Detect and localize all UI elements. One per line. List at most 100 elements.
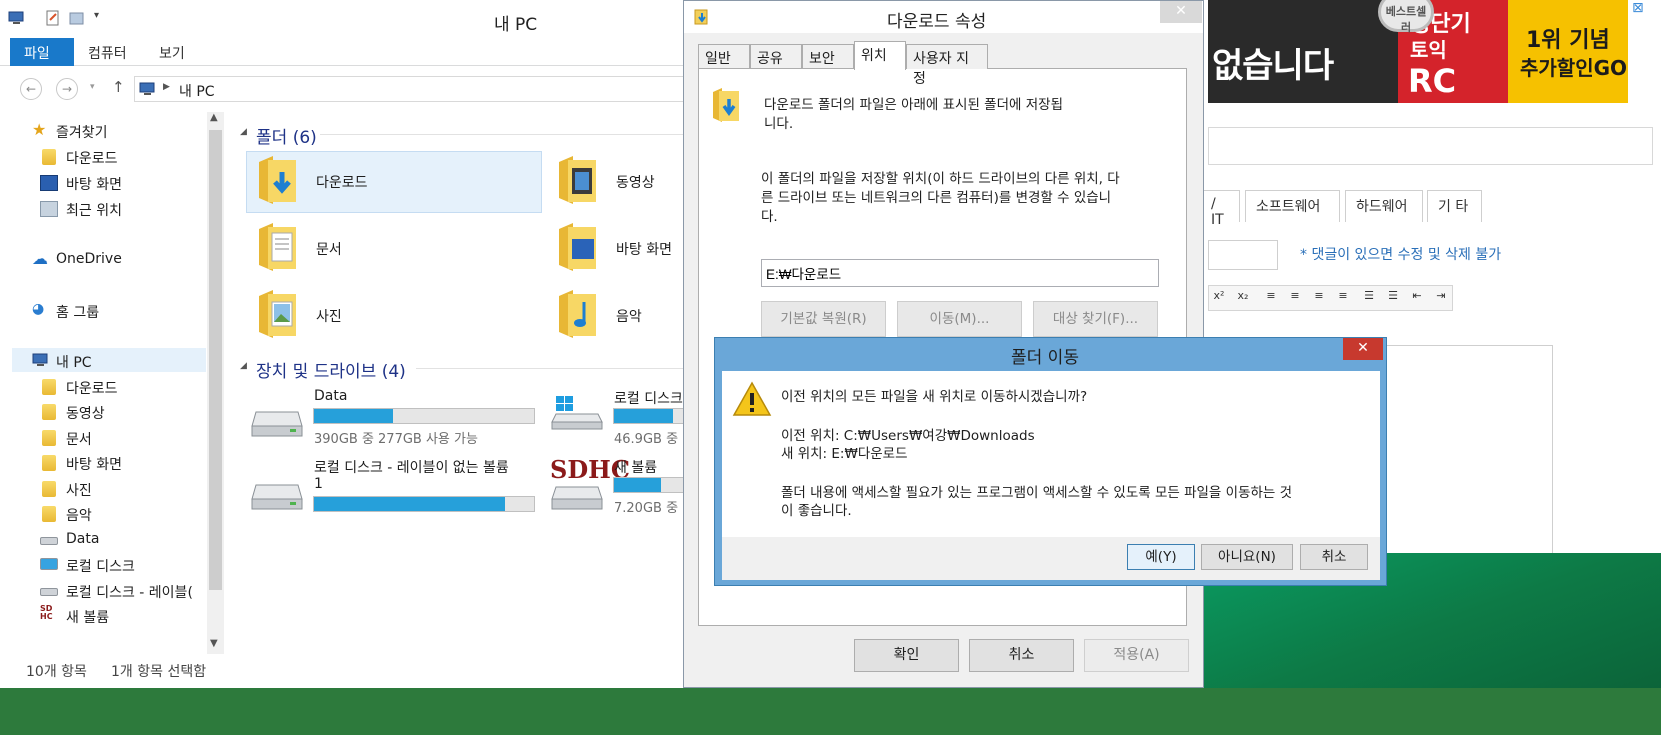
drive-tile-local-disk[interactable]: 로컬 디스크 46.9GB 중 xyxy=(548,386,693,447)
bg-input-bar[interactable] xyxy=(1208,127,1653,165)
properties-icon[interactable] xyxy=(44,10,62,28)
ribbon-tabs: 파일 컴퓨터 보기 xyxy=(0,38,690,66)
drive-icon xyxy=(40,588,58,596)
computer-icon xyxy=(139,82,157,100)
folder-tile-downloads[interactable]: 다운로드 xyxy=(248,152,538,212)
move-dialog-body: 이전 위치의 모든 파일을 새 위치로 이동하시겠습니까? 이전 위치: C:₩… xyxy=(722,371,1380,537)
cancel-button[interactable]: 취소 xyxy=(969,639,1074,672)
tab-security[interactable]: 보안 xyxy=(802,44,854,69)
new-folder-icon[interactable] xyxy=(68,10,86,28)
computer-icon[interactable] xyxy=(8,10,26,28)
subscript-button[interactable]: x₂ xyxy=(1233,289,1253,307)
scroll-up-chevron-icon[interactable]: ▲ xyxy=(210,112,218,123)
forward-arrow-icon[interactable]: → xyxy=(56,78,78,100)
drive-tile-unlabeled[interactable]: 로컬 디스크 - 레이블이 없는 볼륨 1 xyxy=(248,455,538,515)
unordered-list-button[interactable]: ☰ xyxy=(1383,289,1403,307)
bg-tab-hardware[interactable]: 하드웨어 xyxy=(1345,190,1423,222)
close-icon[interactable]: ✕ xyxy=(1343,338,1383,360)
align-center-button[interactable]: ≡ xyxy=(1285,289,1305,307)
nav-item-label: 새 볼륨 xyxy=(66,610,110,626)
nav-item-label: Data xyxy=(66,531,100,547)
scroll-down-chevron-icon[interactable]: ▼ xyxy=(210,638,218,649)
location-path-input[interactable] xyxy=(761,259,1159,287)
breadcrumb-chevron-icon[interactable]: ▶ xyxy=(163,82,170,92)
find-target-button[interactable]: 대상 찾기(F)... xyxy=(1033,301,1158,337)
address-bar[interactable]: ▶ 내 PC xyxy=(134,76,694,102)
tab-computer[interactable]: 컴퓨터 xyxy=(74,38,141,66)
outdent-button[interactable]: ⇤ xyxy=(1407,289,1427,307)
up-arrow-icon[interactable]: ↑ xyxy=(112,78,125,96)
drive-usage-fill xyxy=(614,478,661,492)
apply-button[interactable]: 적용(A) xyxy=(1084,639,1189,672)
nav-scrollbar-thumb[interactable] xyxy=(209,130,222,590)
no-button[interactable]: 아니요(N) xyxy=(1201,544,1293,570)
folder-tile-videos[interactable]: 동영상 xyxy=(548,152,688,212)
cancel-button[interactable]: 취소 xyxy=(1300,544,1368,570)
tab-sharing[interactable]: 공유 xyxy=(750,44,802,69)
properties-titlebar[interactable]: 다운로드 속성 ✕ xyxy=(684,1,1203,33)
nav-item-label: 로컬 디스크 xyxy=(66,559,135,575)
nav-onedrive-label: OneDrive xyxy=(56,251,122,267)
nav-item-label: 로컬 디스크 - 레이블( xyxy=(66,585,193,601)
align-right-button[interactable]: ≡ xyxy=(1309,289,1329,307)
move-button[interactable]: 이동(M)... xyxy=(897,301,1022,337)
drive-free-space: 46.9GB 중 xyxy=(614,432,679,447)
move-dialog-titlebar[interactable]: 폴더 이동 ✕ xyxy=(715,338,1386,370)
recent-places-icon xyxy=(40,201,58,217)
explorer-titlebar[interactable]: ▾ 내 PC xyxy=(0,0,690,38)
bg-tab-software[interactable]: 소프트웨어 xyxy=(1245,190,1340,222)
change-location-text-line: 이 폴더의 파일을 저장할 위치(이 하드 드라이브의 다른 위치, 다 xyxy=(761,171,1120,187)
move-advice-line: 이 좋습니다. xyxy=(781,503,852,519)
folder-label: 바탕 화면 xyxy=(616,242,672,258)
customize-qat-chevron-down-icon[interactable]: ▾ xyxy=(94,10,112,28)
bg-title-input[interactable] xyxy=(1208,240,1278,270)
indent-button[interactable]: ⇥ xyxy=(1431,289,1451,307)
tab-location[interactable]: 위치 xyxy=(854,41,906,70)
close-icon[interactable]: ✕ xyxy=(1160,1,1202,23)
videos-folder-icon xyxy=(559,156,596,204)
justify-button[interactable]: ≡ xyxy=(1333,289,1353,307)
back-arrow-icon[interactable]: ← xyxy=(20,78,42,100)
drive-usage-bar xyxy=(613,408,693,424)
move-folder-dialog: 폴더 이동 ✕ 이전 위치의 모든 파일을 새 위치로 이동하시겠습니까? 이전… xyxy=(714,337,1387,586)
explorer-window: ▾ 내 PC 파일 컴퓨터 보기 ← → ▾ ↑ ▶ 내 PC ★ 즐겨찾기 다… xyxy=(0,0,694,688)
folders-group-header[interactable]: 폴더 (6) xyxy=(256,123,317,148)
bg-tab-it[interactable]: / IT xyxy=(1200,190,1240,228)
drives-group-header[interactable]: 장치 및 드라이브 (4) xyxy=(256,357,406,382)
downloads-folder-icon xyxy=(259,156,296,204)
bg-tab-etc[interactable]: 기 타 xyxy=(1427,190,1482,222)
superscript-button[interactable]: x² xyxy=(1209,289,1229,307)
desktop-folder-icon xyxy=(42,455,56,471)
ordered-list-button[interactable]: ☰ xyxy=(1359,289,1379,307)
restore-default-button[interactable]: 기본값 복원(R) xyxy=(761,301,886,337)
advertisement-banner[interactable]: 없습니다 영단기 토익 RC 베스트셀러 1위 기념 추가할인GO xyxy=(1208,0,1628,103)
folders-group-count: (6) xyxy=(292,128,317,148)
drive-name: 새 볼륨 xyxy=(614,460,658,476)
align-left-button[interactable]: ≡ xyxy=(1261,289,1281,307)
drive-free-space: 390GB 중 277GB 사용 가능 xyxy=(314,432,478,447)
yes-button[interactable]: 예(Y) xyxy=(1127,544,1195,570)
documents-folder-icon xyxy=(42,430,56,446)
tab-file[interactable]: 파일 xyxy=(10,38,74,66)
folder-tile-desktop[interactable]: 바탕 화면 xyxy=(548,219,688,279)
tab-customize[interactable]: 사용자 지정 xyxy=(906,44,988,87)
ad-close-icon[interactable]: ⊠ xyxy=(1632,0,1644,16)
ok-button[interactable]: 확인 xyxy=(854,639,959,672)
collapse-group-chevron-icon[interactable]: ◢ xyxy=(240,361,247,371)
taskbar xyxy=(0,688,1661,735)
desktop-icon xyxy=(40,175,58,191)
drives-group-count: (4) xyxy=(381,362,406,382)
recent-locations-chevron-icon[interactable]: ▾ xyxy=(90,82,95,92)
folder-tile-documents[interactable]: 문서 xyxy=(248,219,538,279)
tab-general[interactable]: 일반 xyxy=(698,44,750,69)
folder-tile-music[interactable]: 음악 xyxy=(548,286,688,346)
drive-tile-data[interactable]: Data 390GB 중 277GB 사용 가능 xyxy=(248,386,538,447)
tab-view[interactable]: 보기 xyxy=(145,38,199,66)
folder-tile-pictures[interactable]: 사진 xyxy=(248,286,538,346)
drive-tile-new-volume[interactable]: SDHC 새 볼륨 7.20GB 중 xyxy=(548,455,693,516)
ad-red-line: RC xyxy=(1408,62,1457,100)
pictures-folder-icon xyxy=(42,481,56,497)
drive-name: 로컬 디스크 xyxy=(614,391,683,407)
collapse-group-chevron-icon[interactable]: ◢ xyxy=(240,127,247,137)
downloads-folder-icon xyxy=(42,149,56,165)
